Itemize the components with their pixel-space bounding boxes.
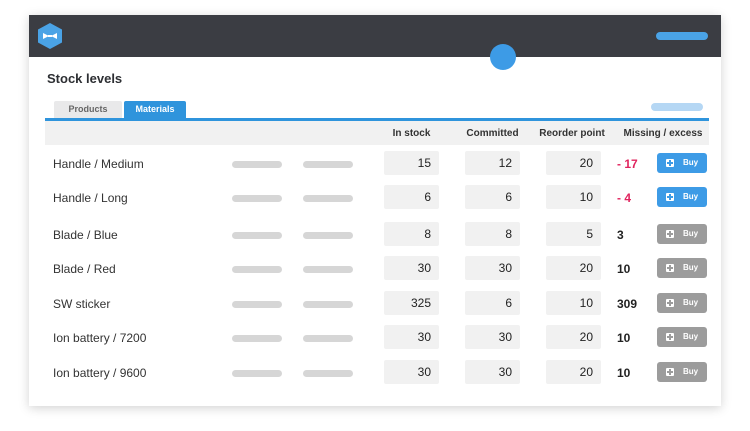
in-stock-value: 30 (384, 256, 439, 280)
reorder-point-value: 20 (546, 325, 601, 349)
placeholder-bar (303, 301, 353, 308)
material-name: Handle / Long (53, 191, 128, 205)
reorder-point-value: 5 (546, 222, 601, 246)
material-name: SW sticker (53, 297, 111, 311)
placeholder-bar (303, 335, 353, 342)
placeholder-bar (232, 266, 282, 273)
placeholder-bar (303, 266, 353, 273)
column-header-reorder-point: Reorder point (539, 128, 605, 139)
buy-button-label: Buy (683, 229, 699, 238)
buy-button[interactable]: Buy (657, 224, 707, 244)
table-row: Handle / Medium 15 12 20 - 17 Buy (29, 148, 721, 182)
reorder-point-value: 10 (546, 291, 601, 315)
placeholder-bar (232, 335, 282, 342)
placeholder-bar (232, 301, 282, 308)
missing-excess-value: 3 (617, 228, 624, 242)
app-logo-icon[interactable] (38, 23, 62, 49)
reorder-point-value: 20 (546, 151, 601, 175)
plus-icon (666, 230, 674, 238)
buy-button[interactable]: Buy (657, 187, 707, 207)
placeholder-bar (303, 195, 353, 202)
committed-value: 6 (465, 291, 520, 315)
toolbar-action-button[interactable] (651, 103, 703, 111)
reorder-point-value: 20 (546, 256, 601, 280)
in-stock-value: 6 (384, 185, 439, 209)
missing-excess-value: 309 (617, 297, 638, 311)
page-title: Stock levels (47, 71, 123, 86)
placeholder-bar (232, 161, 282, 168)
placeholder-bar (232, 370, 282, 377)
column-header-missing-excess: Missing / excess (623, 128, 703, 139)
buy-button-label: Buy (683, 367, 699, 376)
table-row: Blade / Blue 8 8 5 3 Buy (29, 219, 721, 253)
buy-button-label: Buy (683, 332, 699, 341)
buy-button-label: Buy (683, 263, 699, 272)
missing-excess-value: 10 (617, 331, 631, 345)
table-row: Handle / Long 6 6 10 - 4 Buy (29, 182, 721, 216)
material-name: Blade / Red (53, 262, 116, 276)
in-stock-value: 15 (384, 151, 439, 175)
buy-button[interactable]: Buy (657, 293, 707, 313)
material-name: Ion battery / 9600 (53, 366, 147, 380)
tab-materials[interactable]: Materials (124, 101, 186, 118)
placeholder-bar (232, 195, 282, 202)
placeholder-bar (303, 161, 353, 168)
table-row: SW sticker 325 6 10 309 Buy (29, 288, 721, 322)
in-stock-value: 30 (384, 325, 439, 349)
top-bar (29, 15, 721, 57)
plus-icon (666, 333, 674, 341)
committed-value: 30 (465, 325, 520, 349)
buy-button-label: Buy (683, 158, 699, 167)
plus-icon (666, 193, 674, 201)
committed-value: 12 (465, 151, 520, 175)
missing-excess-value: - 4 (617, 191, 632, 205)
buy-button[interactable]: Buy (657, 258, 707, 278)
buy-button-label: Buy (683, 192, 699, 201)
in-stock-value: 8 (384, 222, 439, 246)
buy-button[interactable]: Buy (657, 153, 707, 173)
floating-action-button[interactable] (490, 44, 516, 70)
in-stock-value: 30 (384, 360, 439, 384)
placeholder-bar (303, 232, 353, 239)
plus-icon (666, 299, 674, 307)
tab-products[interactable]: Products (54, 101, 122, 118)
committed-value: 8 (465, 222, 520, 246)
material-name: Ion battery / 7200 (53, 331, 147, 345)
committed-value: 30 (465, 256, 520, 280)
plus-icon (666, 159, 674, 167)
table-row: Ion battery / 7200 30 30 20 10 Buy (29, 322, 721, 356)
table-row: Ion battery / 9600 30 30 20 10 Buy (29, 357, 721, 391)
committed-value: 6 (465, 185, 520, 209)
placeholder-bar (303, 370, 353, 377)
table-row: Blade / Red 30 30 20 10 Buy (29, 253, 721, 287)
material-name: Handle / Medium (53, 157, 144, 171)
plus-icon (666, 368, 674, 376)
buy-button[interactable]: Buy (657, 362, 707, 382)
missing-excess-value: 10 (617, 262, 631, 276)
column-header-committed: Committed (466, 128, 519, 139)
column-header-in-stock: In stock (392, 128, 431, 139)
committed-value: 30 (465, 360, 520, 384)
reorder-point-value: 10 (546, 185, 601, 209)
placeholder-bar (232, 232, 282, 239)
reorder-point-value: 20 (546, 360, 601, 384)
topbar-menu-button[interactable] (656, 32, 708, 40)
buy-button-label: Buy (683, 298, 699, 307)
in-stock-value: 325 (384, 291, 439, 315)
buy-button[interactable]: Buy (657, 327, 707, 347)
material-name: Blade / Blue (53, 228, 118, 242)
plus-icon (666, 264, 674, 272)
missing-excess-value: - 17 (617, 157, 638, 171)
app-window: Stock levels Products Materials In stock… (29, 15, 721, 406)
missing-excess-value: 10 (617, 366, 631, 380)
